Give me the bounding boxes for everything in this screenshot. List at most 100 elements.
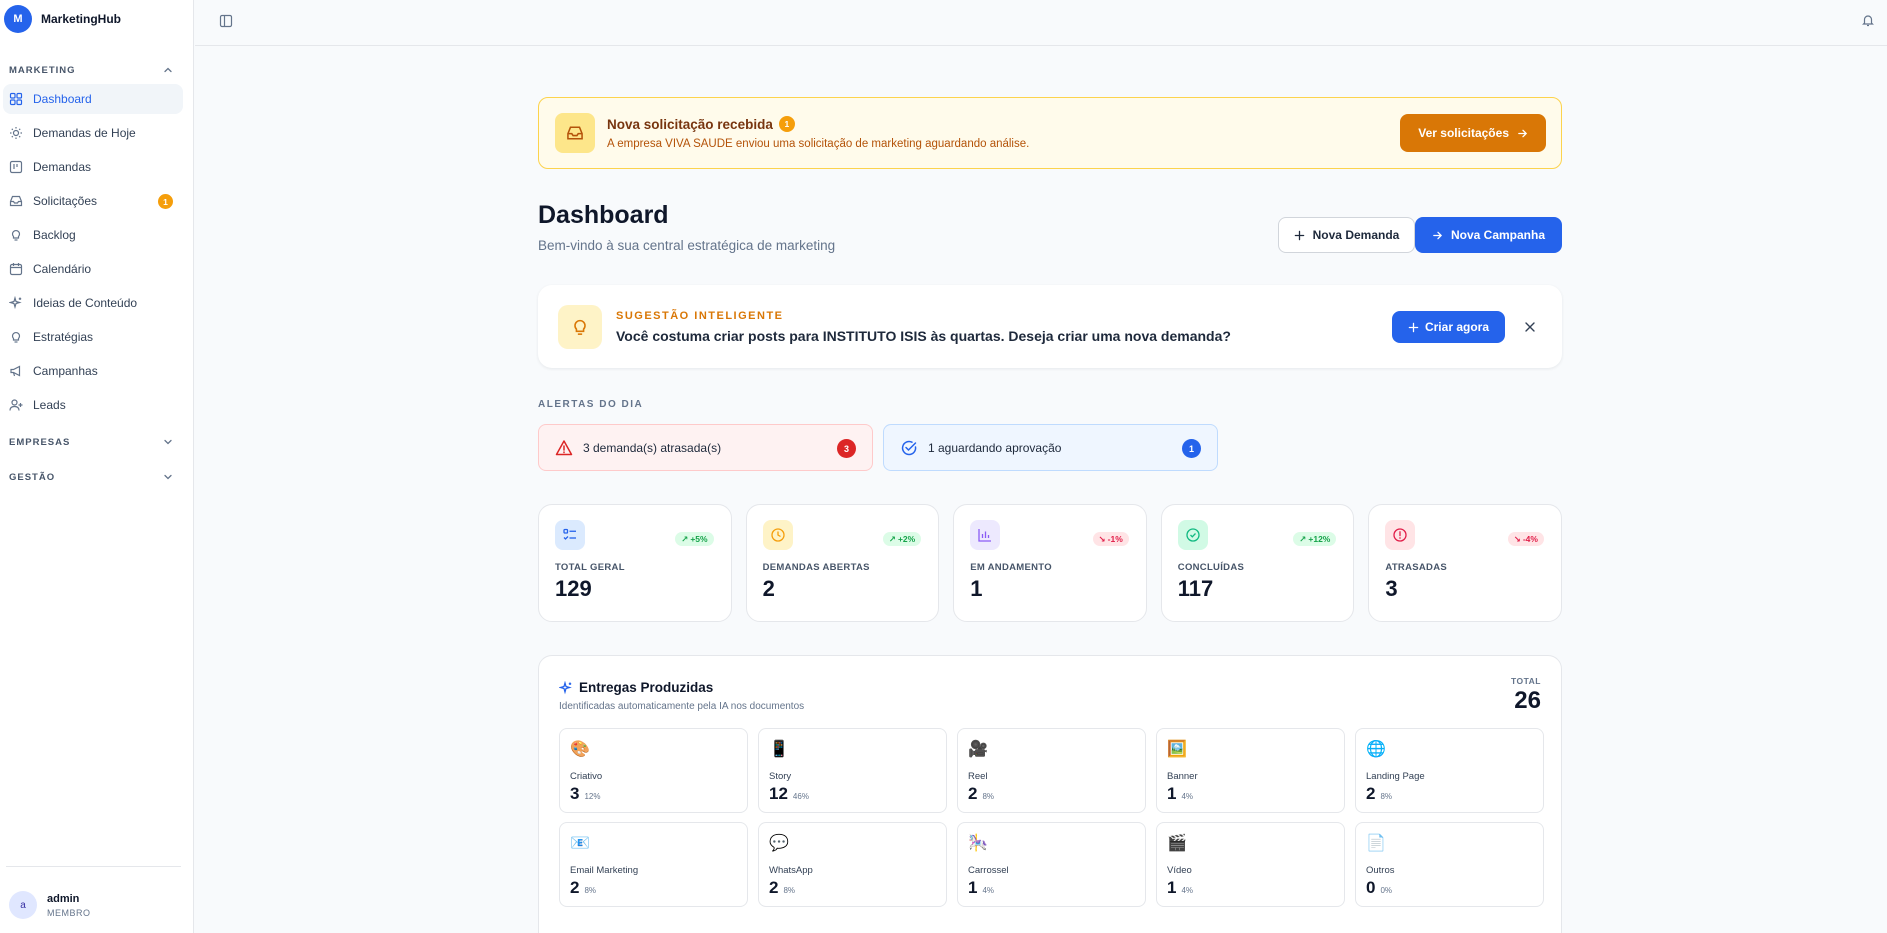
stat-label: DEMANDAS ABERTAS bbox=[762, 562, 870, 573]
section-title: EMPRESAS bbox=[9, 436, 71, 448]
lightbulb-icon bbox=[11, 332, 21, 343]
sidebar-nav: Dashboard Demandas de Hoje Demandas Soli… bbox=[0, 84, 193, 420]
sidebar-item-calendario[interactable]: Calendário bbox=[3, 254, 183, 284]
topbar bbox=[195, 0, 1887, 46]
delivery-card-video: 🎬 Vídeo 1 4% bbox=[1156, 822, 1345, 907]
sidebar-item-label: Demandas de Hoje bbox=[33, 126, 136, 140]
clock-icon bbox=[762, 520, 793, 550]
trend-down-icon: ↘ bbox=[1513, 533, 1521, 544]
chevron-down-icon bbox=[164, 439, 172, 445]
delivery-value: 2 bbox=[1366, 784, 1376, 803]
delivery-card-reel: 🎥 Reel 2 8% bbox=[957, 728, 1146, 813]
user-name: admin bbox=[47, 892, 80, 905]
stat-card-completed[interactable]: ↗ +12% CONCLUÍDAS 117 bbox=[1160, 504, 1355, 622]
sidebar-toggle-icon[interactable] bbox=[219, 14, 233, 28]
delivery-card-email-marketing: 📧 Email Marketing 2 8% bbox=[559, 822, 748, 907]
view-requests-button[interactable]: Ver solicitações bbox=[1400, 114, 1546, 152]
delivery-percent: 46% bbox=[792, 792, 809, 801]
delivery-label: Reel bbox=[968, 771, 988, 782]
sidebar-item-solicitacoes[interactable]: Solicitações 1 bbox=[3, 186, 183, 216]
new-request-banner: Nova solicitação recebida 1 A empresa VI… bbox=[538, 97, 1562, 169]
deliveries-total: TOTAL 26 bbox=[1511, 676, 1541, 715]
alert-overdue[interactable]: 3 demanda(s) atrasada(s) 3 bbox=[538, 424, 873, 471]
page-header: Dashboard Bem-vindo à sua central estrat… bbox=[538, 201, 1562, 285]
warning-icon bbox=[555, 439, 573, 455]
mobile-phone-icon: 📱 bbox=[769, 741, 789, 758]
sidebar-item-leads[interactable]: Leads bbox=[3, 390, 183, 420]
sparkles-icon bbox=[559, 680, 572, 694]
check-circle-icon bbox=[901, 440, 917, 455]
stat-card-in-progress[interactable]: ↘ -1% EM ANDAMENTO 1 bbox=[953, 504, 1147, 622]
delivery-card-outros: 📄 Outros 0 0% bbox=[1355, 822, 1544, 907]
delivery-value: 1 bbox=[968, 878, 978, 897]
sidebar-item-estrategias[interactable]: Estratégias bbox=[3, 322, 183, 352]
calendar-icon bbox=[9, 263, 23, 276]
arrow-right-icon bbox=[1433, 231, 1443, 239]
close-icon[interactable] bbox=[1524, 321, 1536, 333]
user-role: MEMBRO bbox=[47, 907, 91, 918]
create-now-button[interactable]: Criar agora bbox=[1391, 311, 1505, 343]
brand[interactable]: M MarketingHub bbox=[0, 0, 193, 38]
arrow-right-icon bbox=[1518, 129, 1528, 137]
delivery-percent: 0% bbox=[1380, 886, 1393, 895]
alert-text: 3 demanda(s) atrasada(s) bbox=[583, 440, 722, 455]
sidebar-item-dashboard[interactable]: Dashboard bbox=[3, 84, 183, 114]
section-marketing[interactable]: MARKETING bbox=[0, 60, 193, 80]
user-profile[interactable]: a admin MEMBRO bbox=[9, 891, 91, 919]
alert-text: 1 aguardando aprovação bbox=[928, 440, 1062, 455]
delivery-card-story: 📱 Story 12 46% bbox=[758, 728, 947, 813]
divider bbox=[6, 866, 181, 867]
delivery-percent: 4% bbox=[1181, 886, 1194, 895]
sidebar-item-campanhas[interactable]: Campanhas bbox=[3, 356, 183, 386]
delivery-card-carrossel: 🎠 Carrossel 1 4% bbox=[957, 822, 1146, 907]
email-icon: 📧 bbox=[570, 835, 590, 852]
lightbulb-icon bbox=[11, 230, 21, 241]
alert-count-badge: 1 bbox=[1182, 439, 1201, 458]
stat-label: ATRASADAS bbox=[1385, 562, 1448, 573]
trend-badge: ↗ +12% bbox=[1293, 532, 1337, 546]
list-check-icon bbox=[555, 520, 585, 550]
chevron-down-icon bbox=[164, 474, 172, 480]
check-circle-icon bbox=[1177, 520, 1208, 550]
alert-approval[interactable]: 1 aguardando aprovação 1 bbox=[883, 424, 1218, 471]
speech-bubble-icon: 💬 bbox=[769, 835, 789, 852]
sidebar-item-ideias-de-conteudo[interactable]: Ideias de Conteúdo bbox=[3, 288, 183, 318]
delivery-label: Outros bbox=[1366, 865, 1395, 876]
delivery-value: 3 bbox=[570, 784, 580, 803]
total-label: TOTAL bbox=[1510, 676, 1541, 686]
picture-icon: 🖼️ bbox=[1167, 741, 1187, 758]
section-empresas[interactable]: EMPRESAS bbox=[0, 432, 193, 452]
trend-badge: ↘ -1% bbox=[1092, 532, 1129, 546]
inbox-icon bbox=[9, 195, 23, 207]
stat-card-total[interactable]: ↗ +5% TOTAL GERAL 129 bbox=[538, 504, 732, 622]
stat-value: 117 bbox=[1177, 576, 1214, 601]
new-demand-button[interactable]: Nova Demanda bbox=[1278, 217, 1415, 253]
sidebar-item-demandas-de-hoje[interactable]: Demandas de Hoje bbox=[3, 118, 183, 148]
stat-value: 2 bbox=[762, 576, 775, 601]
delivery-label: Carrossel bbox=[968, 865, 1009, 876]
trend-badge: ↗ +5% bbox=[675, 532, 714, 546]
sidebar-item-demandas[interactable]: Demandas bbox=[3, 152, 183, 182]
alerts-list: 3 demanda(s) atrasada(s) 3 1 aguardando … bbox=[538, 424, 1562, 471]
delivery-label: Landing Page bbox=[1366, 771, 1425, 782]
sidebar: M MarketingHub MARKETING Dashboard Deman… bbox=[0, 0, 194, 933]
alert-count-badge: 3 bbox=[837, 439, 856, 458]
sidebar-item-label: Demandas bbox=[33, 160, 92, 174]
trend-value: +5% bbox=[690, 534, 708, 544]
suggestion-label: SUGESTÃO INTELIGENTE bbox=[616, 309, 784, 322]
sidebar-item-backlog[interactable]: Backlog bbox=[3, 220, 183, 250]
bell-icon[interactable] bbox=[1861, 13, 1875, 27]
new-campaign-button[interactable]: Nova Campanha bbox=[1415, 217, 1562, 253]
stat-card-open[interactable]: ↗ +2% DEMANDAS ABERTAS 2 bbox=[745, 504, 940, 622]
inbox-icon bbox=[555, 113, 595, 153]
notification-badge: 1 bbox=[158, 194, 173, 209]
button-label: Criar agora bbox=[1424, 320, 1489, 334]
delivery-card-whatsapp: 💬 WhatsApp 2 8% bbox=[758, 822, 947, 907]
carousel-horse-icon: 🎠 bbox=[968, 835, 988, 852]
delivery-value: 2 bbox=[570, 878, 580, 897]
delivery-value: 12 bbox=[769, 784, 788, 803]
stats-row: ↗ +5% TOTAL GERAL 129 ↗ +2% DEMANDAS ABERT… bbox=[538, 504, 1562, 622]
delivery-label: Criativo bbox=[570, 771, 603, 782]
stat-card-overdue[interactable]: ↘ -4% ATRASADAS 3 bbox=[1368, 504, 1562, 622]
section-gestao[interactable]: GESTÃO bbox=[0, 467, 193, 487]
